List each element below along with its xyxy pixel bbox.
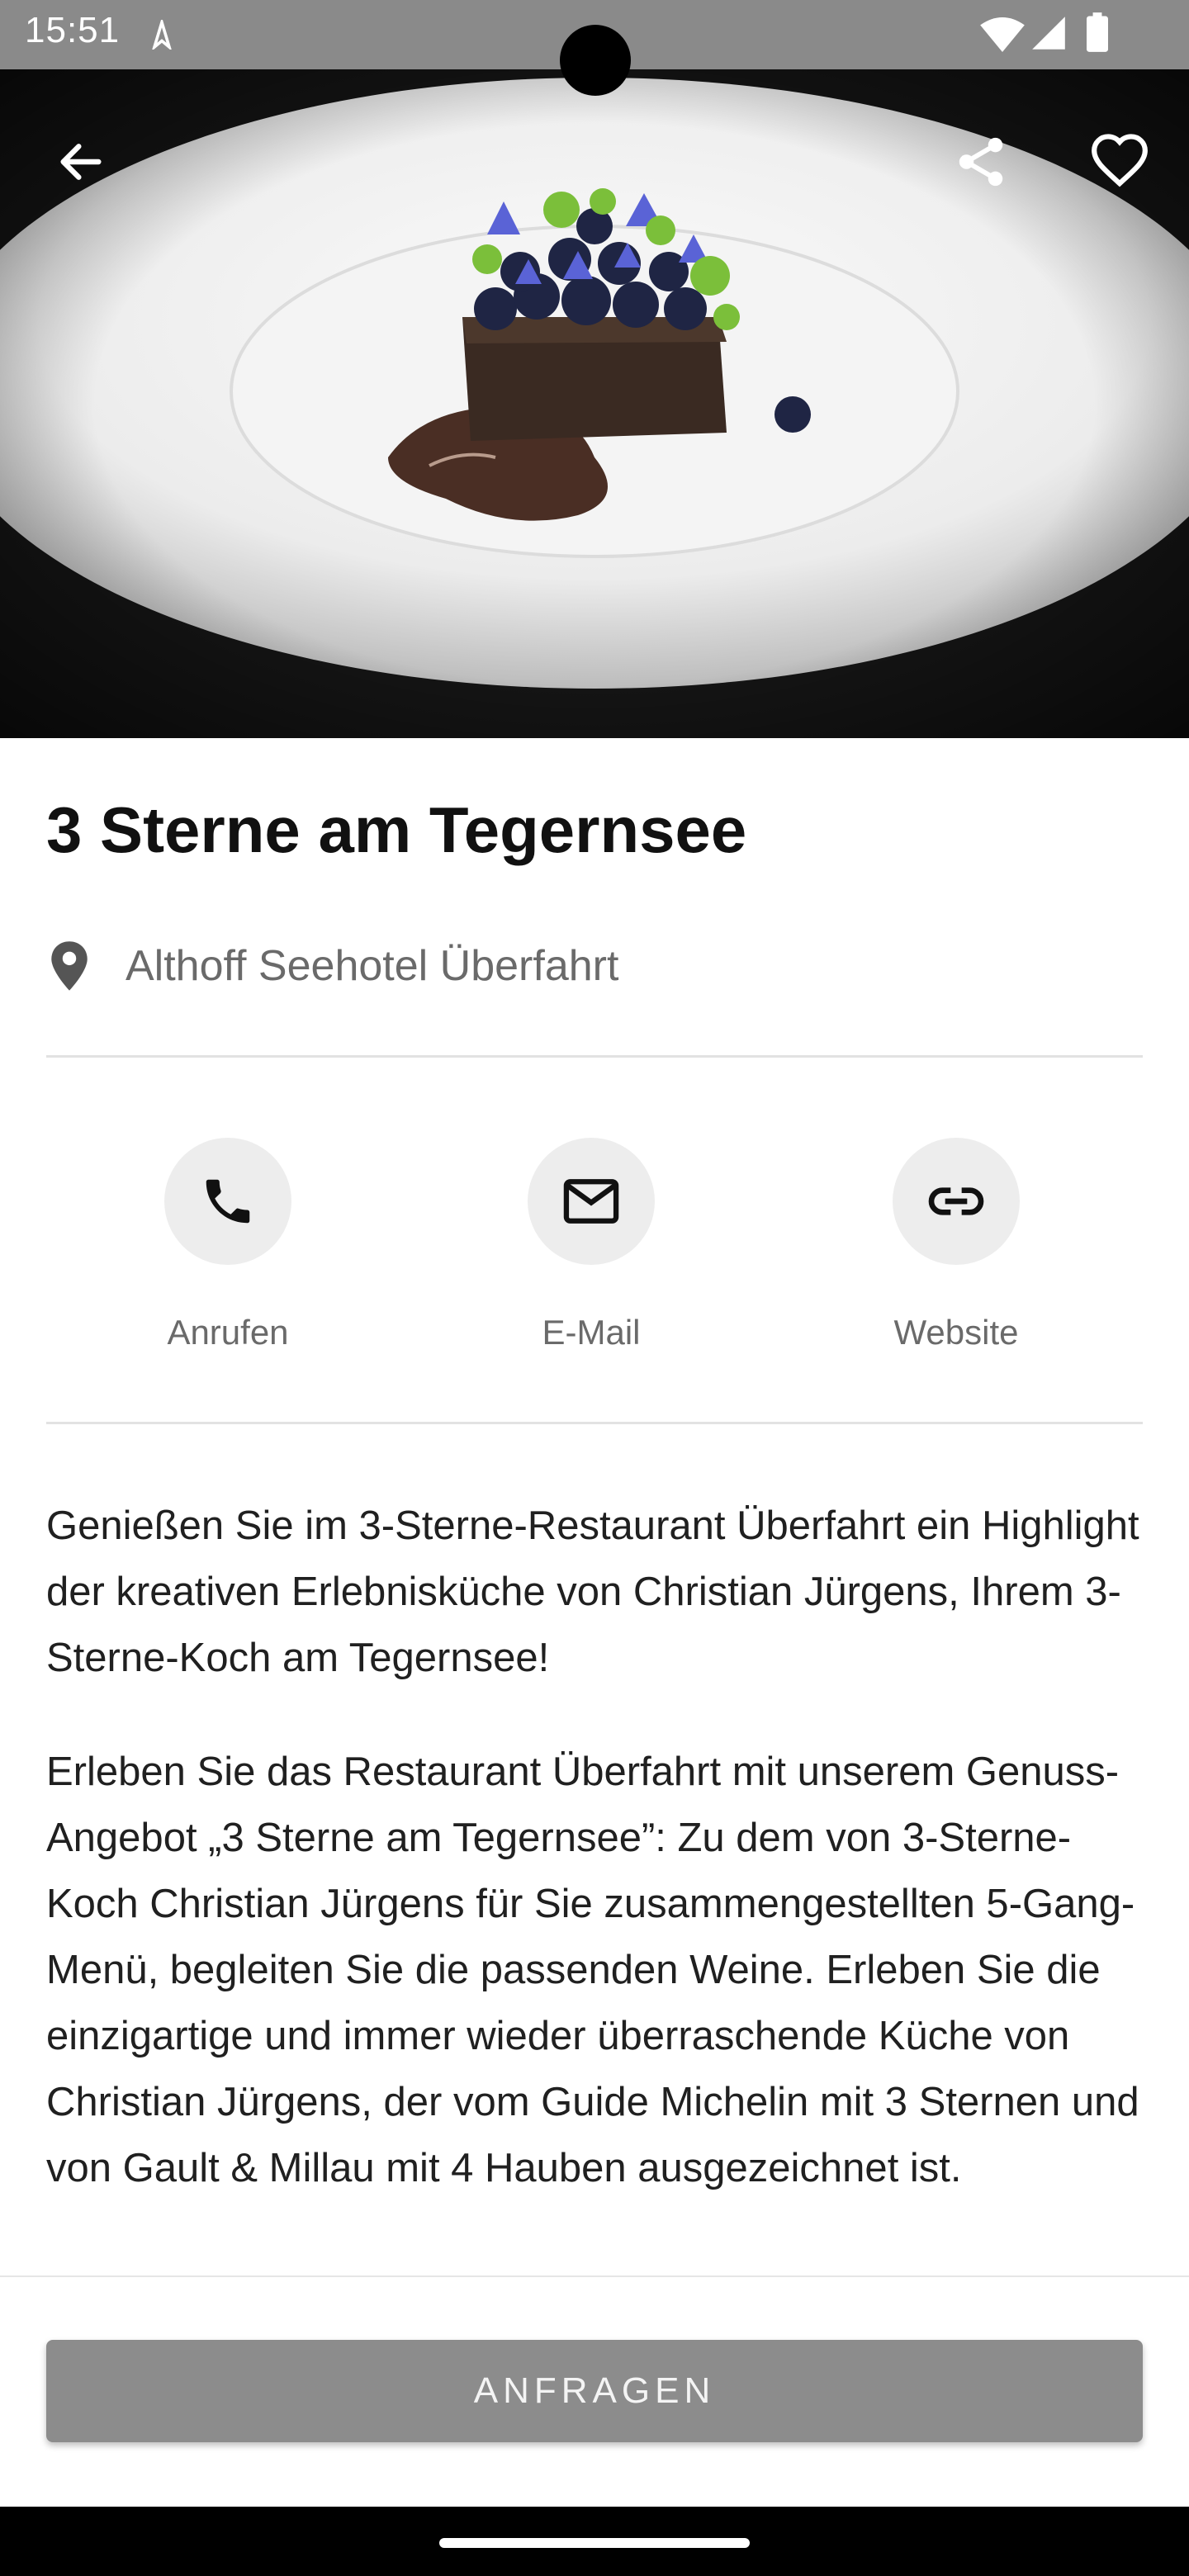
- share-button[interactable]: [940, 121, 1022, 203]
- mail-icon: [563, 1179, 619, 1224]
- home-handle[interactable]: [439, 2538, 750, 2548]
- location-row[interactable]: Althoff Seehotel Überfahrt: [46, 933, 618, 999]
- back-arrow-icon: [60, 144, 102, 180]
- battery-icon: [1087, 12, 1108, 52]
- call-button[interactable]: [164, 1138, 291, 1265]
- navigation-bar: [0, 2507, 1189, 2576]
- location-pin-icon: [51, 941, 88, 991]
- description-paragraph: Genießen Sie im 3-Sterne-Restaurant Über…: [46, 1503, 1139, 1680]
- request-button[interactable]: ANFRAGEN: [46, 2340, 1143, 2442]
- location-label: Althoff Seehotel Überfahrt: [126, 942, 619, 990]
- description-paragraph: Erleben Sie das Restaurant Überfahrt mit…: [46, 1750, 1139, 2190]
- website-action[interactable]: Website: [832, 1138, 1080, 1352]
- share-icon: [959, 137, 1003, 187]
- heart-icon: [1092, 134, 1148, 187]
- call-action[interactable]: Anrufen: [104, 1138, 352, 1352]
- link-icon: [928, 1187, 984, 1215]
- camera-cutout: [560, 25, 631, 96]
- email-label: E-Mail: [542, 1313, 641, 1352]
- email-button[interactable]: [528, 1138, 655, 1265]
- favorite-button[interactable]: [1078, 121, 1161, 203]
- call-label: Anrufen: [167, 1313, 289, 1352]
- navigation-icon: [152, 20, 172, 50]
- hero-image: [0, 69, 1189, 738]
- signal-icon: [1032, 17, 1065, 50]
- divider: [46, 1422, 1143, 1424]
- status-time: 15:51: [25, 10, 121, 50]
- phone-icon: [206, 1179, 250, 1224]
- wifi-icon: [980, 17, 1025, 52]
- back-button[interactable]: [40, 121, 122, 203]
- website-label: Website: [893, 1313, 1019, 1352]
- divider: [46, 1055, 1143, 1058]
- email-action[interactable]: E-Mail: [467, 1138, 715, 1352]
- page-title: 3 Sterne am Tegernsee: [46, 793, 747, 866]
- website-button[interactable]: [893, 1138, 1020, 1265]
